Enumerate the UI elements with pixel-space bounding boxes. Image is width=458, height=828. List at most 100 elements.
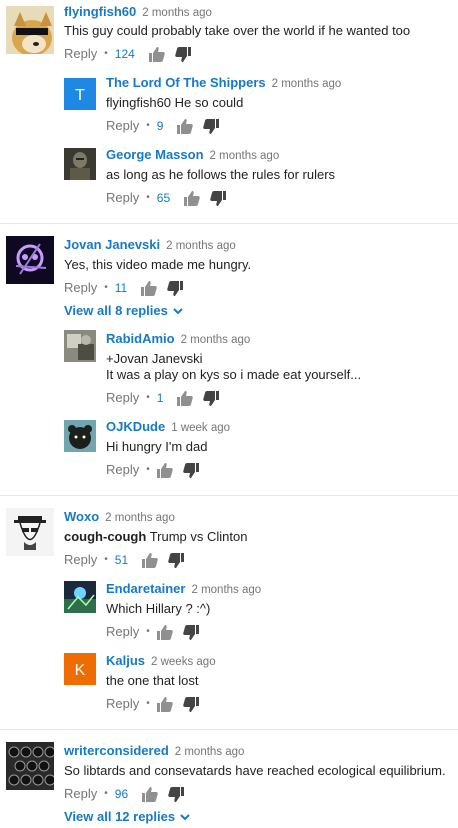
thumbs-down-icon[interactable] — [203, 390, 220, 406]
timestamp[interactable]: 2 months ago — [191, 584, 261, 596]
author-link[interactable]: writerconsidered — [64, 743, 169, 758]
view-all-replies-link[interactable]: View all 12 replies — [64, 809, 190, 825]
author-link[interactable]: RabidAmio — [106, 331, 175, 346]
author-link[interactable]: George Masson — [106, 147, 204, 162]
like-count: 11 — [114, 281, 128, 295]
thumbs-up-icon[interactable] — [156, 696, 173, 712]
comment-meta: writerconsidered 2 months ago — [64, 743, 244, 760]
separator-dot: • — [146, 392, 150, 403]
comment-text-line: It was a play on kys so i made eat yours… — [106, 367, 362, 382]
thumbs-up-icon[interactable] — [156, 462, 173, 478]
thumbs-up-icon[interactable] — [148, 46, 165, 62]
reply-button[interactable]: Reply — [106, 624, 139, 640]
avatar-letter: K — [75, 662, 86, 679]
timestamp[interactable]: 2 months ago — [105, 512, 175, 524]
reply-button[interactable]: Reply — [106, 390, 139, 406]
avatar[interactable] — [6, 236, 54, 284]
timestamp[interactable]: 2 weeks ago — [151, 656, 216, 668]
chevron-down-icon — [173, 308, 183, 315]
reply-button[interactable]: Reply — [64, 280, 97, 296]
timestamp[interactable]: 1 week ago — [171, 422, 230, 434]
thumbs-down-icon[interactable] — [168, 786, 185, 802]
timestamp[interactable]: 2 months ago — [210, 150, 280, 162]
reply-button[interactable]: Reply — [106, 462, 139, 478]
comment-meta: Kaljus 2 weeks ago — [106, 653, 216, 670]
avatar[interactable]: T — [64, 78, 96, 110]
comment-text: Which Hillary ? :^) — [106, 601, 211, 616]
thread-divider — [0, 223, 458, 224]
thumbs-down-icon[interactable] — [210, 190, 227, 206]
reply-button[interactable]: Reply — [106, 190, 139, 206]
comment-meta: RabidAmio 2 months ago — [106, 331, 250, 348]
comment-meta: Endaretainer 2 months ago — [106, 581, 261, 598]
thumbs-up-icon[interactable] — [141, 280, 158, 296]
like-count: 51 — [114, 553, 129, 567]
like-count: 65 — [156, 191, 171, 205]
separator-dot: • — [146, 626, 150, 637]
thumbs-down-icon[interactable] — [182, 696, 199, 712]
avatar[interactable] — [6, 508, 54, 556]
author-link[interactable]: OJKDude — [106, 419, 165, 434]
author-link[interactable]: Endaretainer — [106, 581, 185, 596]
comment-text: So libtards and consevatards have reache… — [64, 763, 446, 778]
thumbs-down-icon[interactable] — [182, 462, 199, 478]
thumbs-up-icon[interactable] — [142, 552, 158, 568]
thumbs-up-icon[interactable] — [156, 624, 173, 640]
thread-divider — [0, 729, 458, 730]
avatar[interactable] — [6, 742, 54, 790]
separator-dot: • — [146, 192, 150, 203]
view-all-replies-link[interactable]: View all 8 replies — [64, 303, 183, 319]
thumbs-up-icon[interactable] — [177, 390, 194, 406]
comment-text-rest: Trump vs Clinton — [146, 529, 248, 544]
avatar[interactable] — [6, 6, 54, 54]
thumbs-up-icon[interactable] — [142, 786, 158, 802]
comment-actions: Reply • 1 — [106, 390, 229, 406]
timestamp[interactable]: 2 months ago — [272, 78, 342, 90]
view-all-replies-label: View all 12 replies — [64, 809, 176, 824]
reply-button[interactable]: Reply — [64, 552, 97, 568]
comment-text: This guy could probably take over the wo… — [64, 23, 411, 38]
comment-text: as long as he follows the rules for rule… — [106, 167, 336, 182]
author-link[interactable]: Kaljus — [106, 653, 145, 668]
reply-button[interactable]: Reply — [106, 118, 139, 134]
thumbs-up-icon[interactable] — [184, 190, 200, 206]
avatar[interactable] — [64, 420, 96, 452]
timestamp[interactable]: 2 months ago — [181, 334, 251, 346]
comment-actions: Reply • 96 — [64, 786, 194, 802]
like-count: 9 — [156, 119, 164, 133]
avatar[interactable] — [64, 148, 96, 180]
thumbs-down-icon[interactable] — [168, 552, 185, 568]
thumbs-down-icon[interactable] — [175, 46, 191, 62]
reply-button[interactable]: Reply — [64, 46, 97, 62]
thread-divider — [0, 495, 458, 496]
comment-actions: Reply • — [106, 696, 209, 712]
avatar[interactable] — [64, 581, 96, 613]
reply-button[interactable]: Reply — [64, 786, 97, 802]
separator-dot: • — [146, 120, 150, 131]
author-link[interactable]: flyingfish60 — [64, 4, 136, 19]
thumbs-down-icon[interactable] — [203, 118, 220, 134]
thumbs-down-icon[interactable] — [167, 280, 184, 296]
timestamp[interactable]: 2 months ago — [166, 240, 236, 252]
avatar[interactable]: K — [64, 653, 96, 685]
comment-meta: Jovan Janevski 2 months ago — [64, 237, 236, 254]
separator-dot: • — [146, 698, 150, 709]
comment-meta: The Lord Of The Shippers 2 months ago — [106, 75, 341, 92]
author-link[interactable]: Woxo — [64, 509, 99, 524]
like-count: 96 — [114, 787, 129, 801]
author-link[interactable]: The Lord Of The Shippers — [106, 75, 266, 90]
comment-actions: Reply • 51 — [64, 552, 194, 568]
author-link[interactable]: Jovan Janevski — [64, 237, 160, 252]
timestamp[interactable]: 2 months ago — [142, 7, 212, 19]
comment-meta: George Masson 2 months ago — [106, 147, 279, 164]
reply-button[interactable]: Reply — [106, 696, 139, 712]
thumbs-up-icon[interactable] — [177, 118, 194, 134]
avatar-letter: T — [75, 87, 85, 104]
thumbs-down-icon[interactable] — [182, 624, 199, 640]
separator-dot: • — [104, 788, 108, 799]
comment-actions: Reply • 124 — [64, 46, 201, 62]
comment-text: flyingfish60 He so could — [106, 95, 244, 110]
comment-actions: Reply • 65 — [106, 190, 236, 206]
avatar[interactable] — [64, 330, 96, 362]
timestamp[interactable]: 2 months ago — [175, 746, 245, 758]
